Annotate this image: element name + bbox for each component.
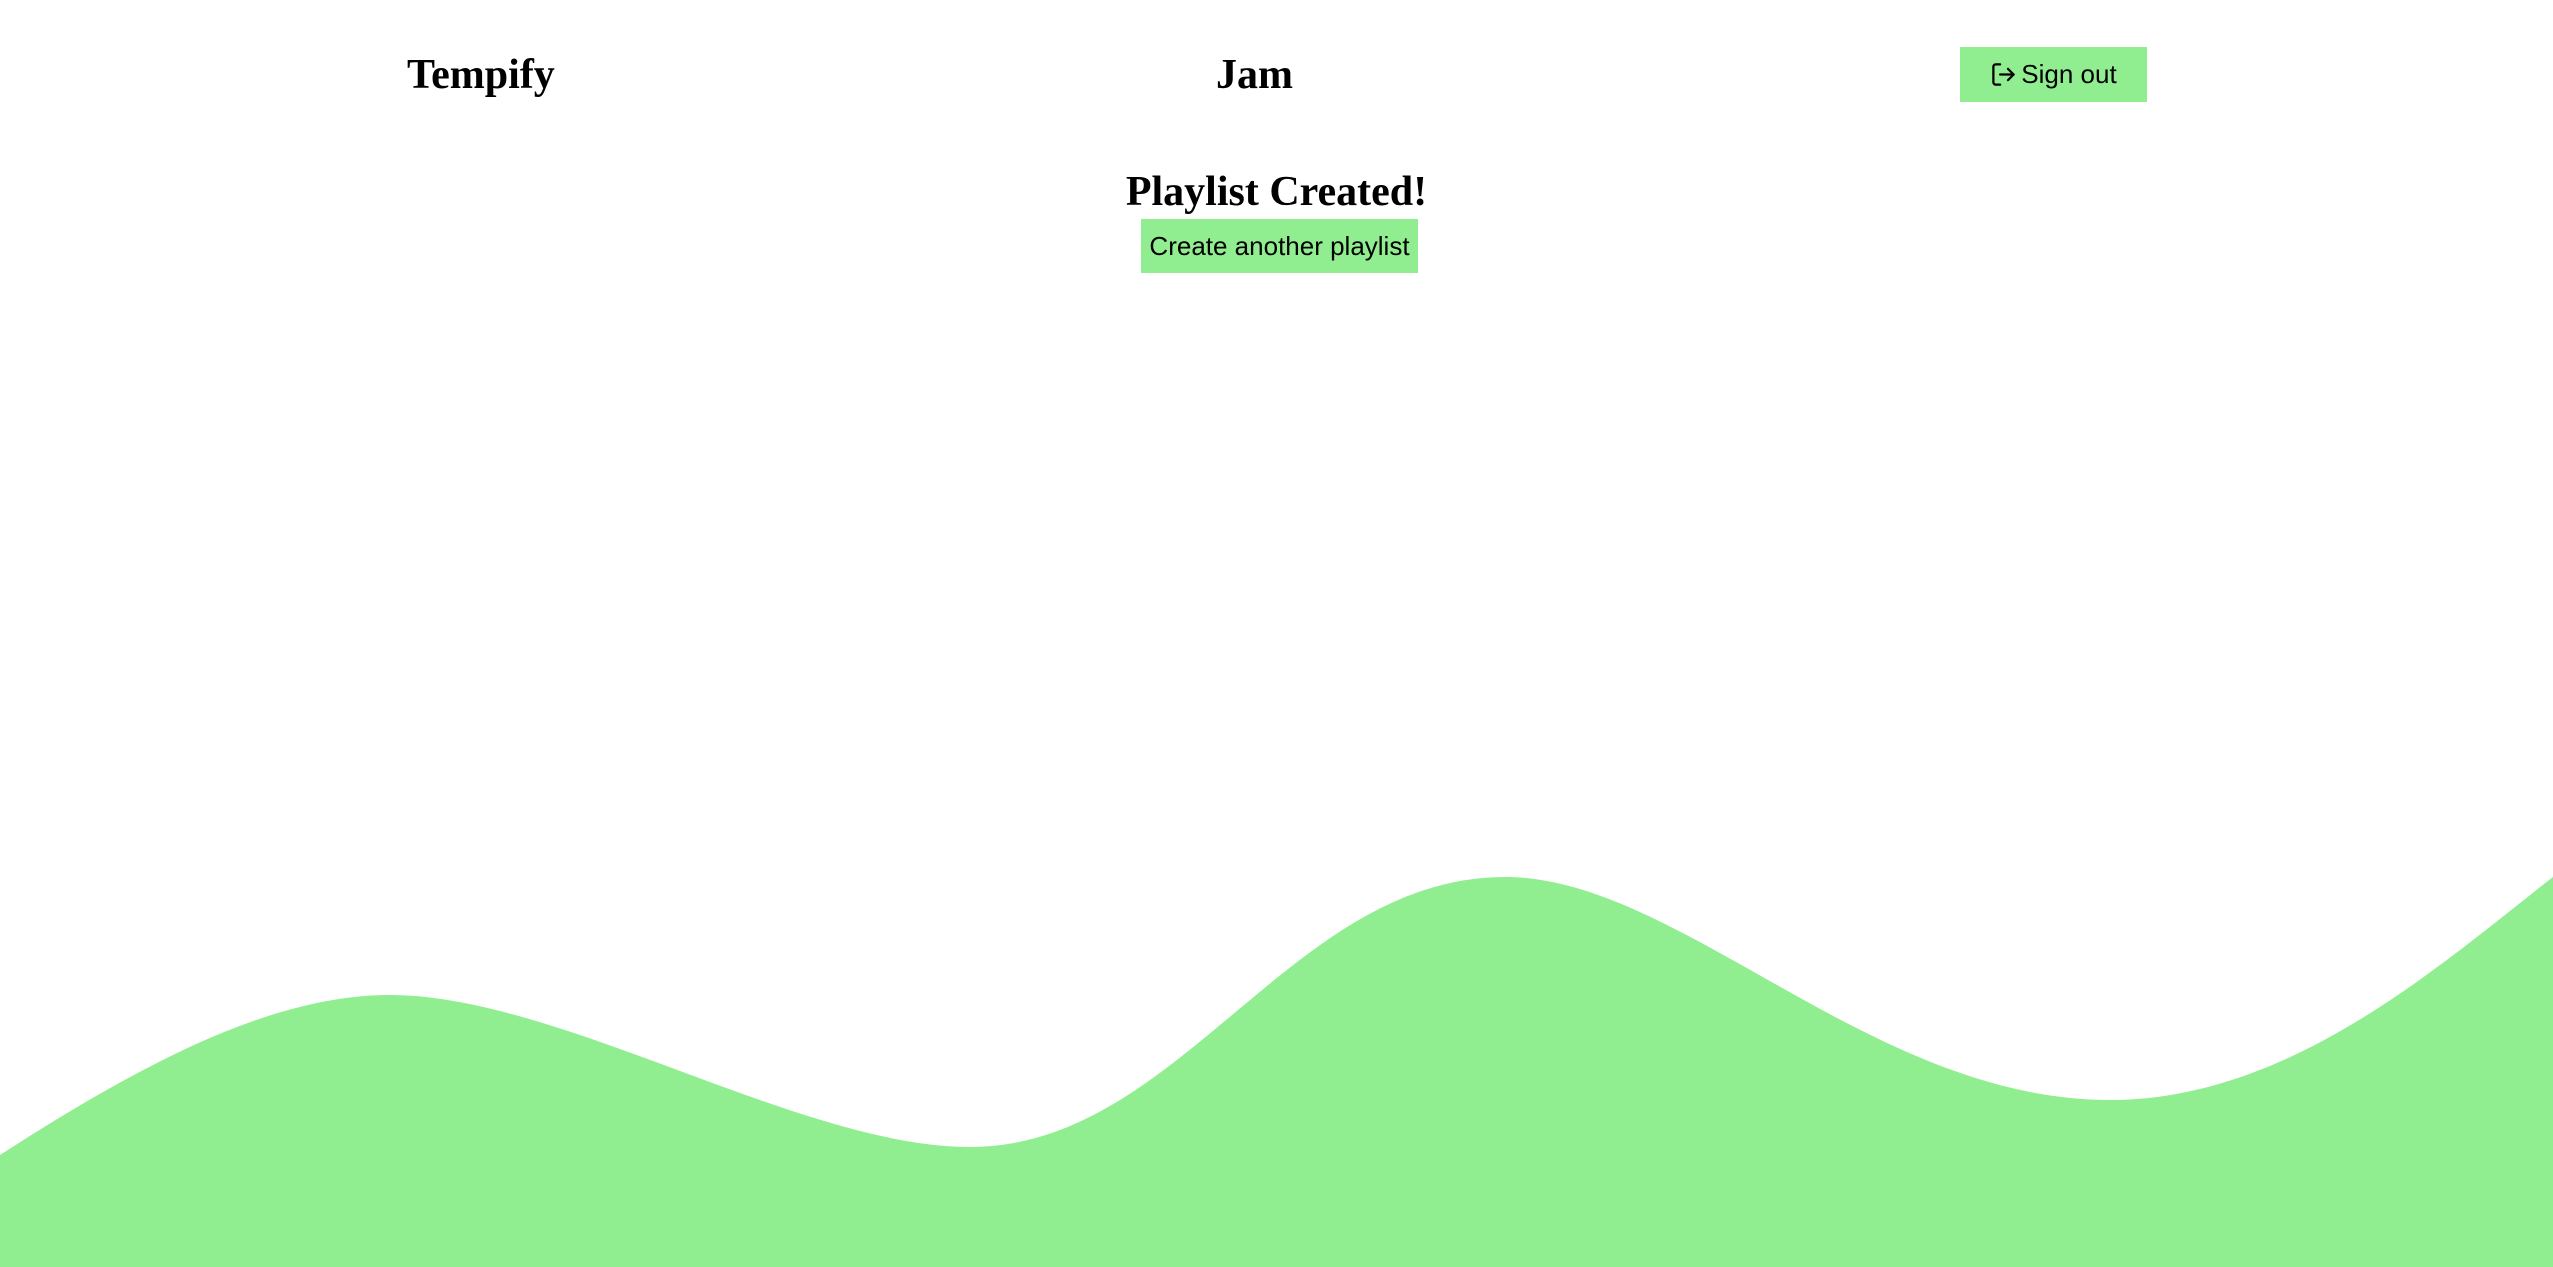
brand-logo-text: Tempify — [407, 52, 555, 98]
create-another-playlist-button[interactable]: Create another playlist — [1141, 219, 1418, 273]
wave-shape — [0, 877, 2553, 1267]
sign-out-button[interactable]: Sign out — [1960, 47, 2147, 102]
page-title: Playlist Created! — [1125, 169, 1428, 215]
top-header: Tempify Jam Sign out — [0, 0, 2553, 150]
decorative-wave — [0, 877, 2553, 1267]
sign-out-label: Sign out — [2021, 59, 2117, 89]
main-content: Playlist Created! Create another playlis… — [0, 165, 2553, 273]
user-name: Jam — [1216, 52, 1293, 98]
sign-out-icon — [1992, 63, 2016, 86]
